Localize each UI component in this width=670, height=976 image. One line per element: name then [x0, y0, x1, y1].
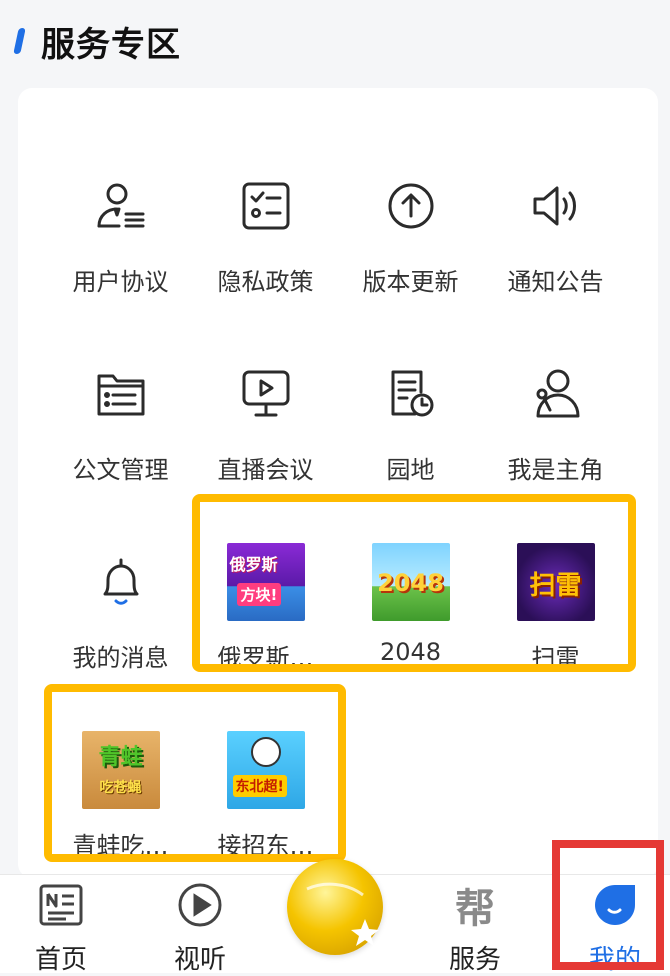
tetris-game-icon: 俄罗斯 方块! [226, 542, 306, 622]
nav-mine[interactable]: 我的 [560, 875, 670, 976]
service-garden[interactable]: 园地 [338, 354, 483, 485]
nav-label: 视听 [173, 945, 226, 975]
section-accent-bar [13, 28, 26, 54]
frog-game-icon: 青蛙 吃苍蝇 [81, 730, 161, 810]
service-notice[interactable]: 通知公告 [483, 166, 628, 297]
nav-label: 首页 [34, 945, 87, 975]
minesweeper-game-icon: 扫雷 [516, 542, 596, 622]
service-label: 通知公告 [507, 268, 604, 296]
service-my-messages[interactable]: 我的消息 [48, 542, 193, 673]
soccer-game-icon: 东北超! [226, 730, 306, 810]
play-circle-icon [145, 875, 255, 935]
game-label: 扫雷 [531, 644, 580, 672]
upload-arrow-icon [371, 166, 451, 246]
service-user-agreement[interactable]: 用户协议 [48, 166, 193, 297]
speaker-icon [516, 166, 596, 246]
game-label: 青蛙吃… [72, 832, 169, 860]
service-label: 版本更新 [362, 268, 459, 296]
nav-service[interactable]: 帮 服务 [420, 875, 530, 976]
service-card: 用户协议 隐私政策 版本更新 通知公告 公文管理 直播会议 园地 我是主角 我的… [18, 88, 658, 878]
nav-label: 服务 [448, 945, 501, 975]
service-live-meeting[interactable]: 直播会议 [193, 354, 338, 485]
nav-label: 我的 [588, 945, 641, 975]
game-label: 接招东… [217, 832, 314, 860]
service-label: 用户协议 [72, 268, 169, 296]
service-privacy-policy[interactable]: 隐私政策 [193, 166, 338, 297]
service-label: 公文管理 [72, 456, 169, 484]
person-microphone-icon [516, 354, 596, 434]
service-label: 我是主角 [507, 456, 604, 484]
section-title: 服务专区 [41, 24, 181, 65]
service-version-update[interactable]: 版本更新 [338, 166, 483, 297]
star-logo-icon [287, 859, 383, 955]
bang-logo-icon: 帮 [455, 886, 495, 932]
folder-list-icon [81, 354, 161, 434]
game-tetris[interactable]: 俄罗斯 方块! 俄罗斯… [193, 542, 338, 673]
live-monitor-icon [226, 354, 306, 434]
game-minesweeper[interactable]: 扫雷 扫雷 [483, 542, 628, 673]
game-label: 2048 [379, 638, 442, 666]
section-header: 服务专区 [13, 18, 181, 65]
bottom-nav: 首页 视听 帮 服务 我的 [0, 859, 670, 976]
user-agreement-icon [81, 166, 161, 246]
nav-audiovisual[interactable]: 视听 [145, 875, 255, 976]
privacy-checklist-icon [226, 166, 306, 246]
service-label: 园地 [386, 456, 435, 484]
nav-center-logo[interactable] [280, 859, 390, 955]
bell-icon [81, 542, 161, 622]
service-label: 直播会议 [217, 456, 314, 484]
2048-game-icon: 2048 [371, 542, 451, 622]
news-icon [6, 875, 116, 935]
game-label: 俄罗斯… [217, 644, 314, 672]
profile-drop-icon [560, 875, 670, 935]
nav-home[interactable]: 首页 [6, 875, 116, 976]
service-document-management[interactable]: 公文管理 [48, 354, 193, 485]
document-clock-icon [371, 354, 451, 434]
game-frog[interactable]: 青蛙 吃苍蝇 青蛙吃… [48, 730, 193, 861]
game-2048[interactable]: 2048 2048 [338, 542, 483, 666]
game-soccer[interactable]: 东北超! 接招东… [193, 730, 338, 861]
service-i-am-protagonist[interactable]: 我是主角 [483, 354, 628, 485]
service-label: 隐私政策 [217, 268, 314, 296]
service-label: 我的消息 [72, 644, 169, 672]
